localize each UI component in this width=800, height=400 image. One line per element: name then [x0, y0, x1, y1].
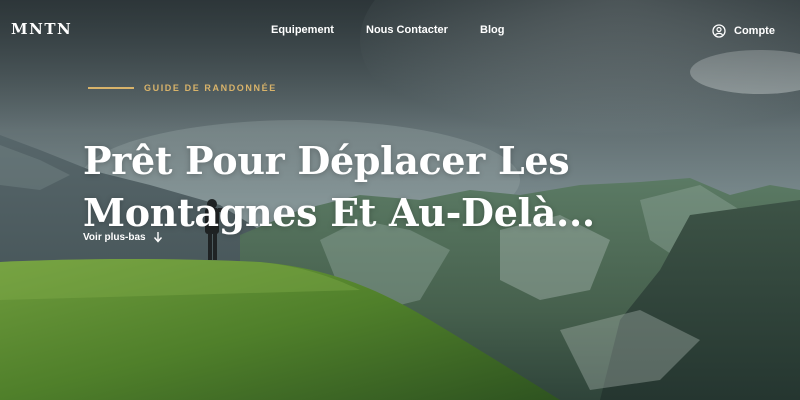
arrow-down-icon	[153, 232, 162, 243]
headline-line-2: Montagnes Et Au-Delà...	[83, 190, 595, 236]
account-link[interactable]: Compte	[712, 24, 775, 38]
scroll-down-link[interactable]: Voir plus-bas	[83, 231, 163, 243]
hero-eyebrow: GUIDE DE RANDONNÉE	[88, 83, 277, 93]
nav-link-equipement[interactable]: Equipement	[271, 24, 334, 36]
main-nav: Equipement Nous Contacter Blog	[0, 24, 800, 40]
nav-link-contact[interactable]: Nous Contacter	[366, 24, 448, 36]
account-label: Compte	[734, 25, 775, 37]
eyebrow-text: GUIDE DE RANDONNÉE	[144, 83, 277, 93]
hero-headline: Prêt Pour Déplacer Les Montagnes Et Au-D…	[83, 135, 643, 239]
headline-line-1: Prêt Pour Déplacer Les	[83, 138, 570, 184]
eyebrow-divider	[88, 87, 134, 89]
nav-link-blog[interactable]: Blog	[480, 24, 504, 36]
user-circle-icon	[712, 24, 726, 38]
scroll-down-label: Voir plus-bas	[83, 231, 146, 243]
